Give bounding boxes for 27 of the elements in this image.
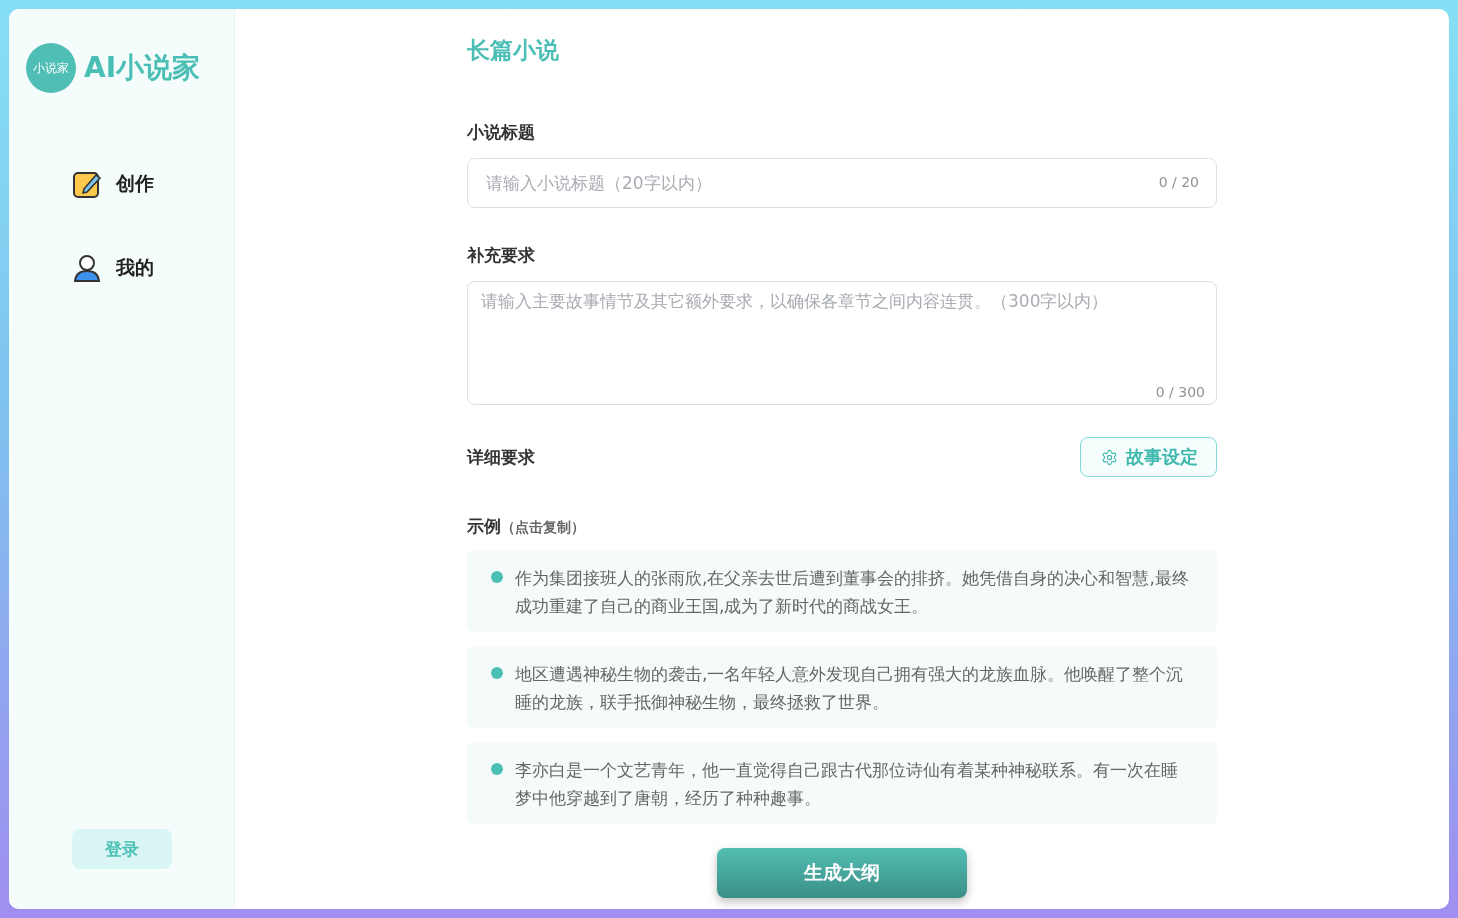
bullet-dot — [491, 667, 503, 679]
section-label: 示例 — [467, 516, 501, 536]
section-label: 详细要求 — [467, 445, 535, 469]
page-heading: 长篇小说 — [467, 36, 560, 65]
edit-icon — [72, 169, 102, 199]
nav-item[interactable]: 我的 — [72, 251, 234, 285]
example-card[interactable]: 李亦白是一个文艺青年，他一直觉得自己跟古代那位诗仙有着某种神秘联系。有一次在睡梦中他穿越到了唐朝，经历了种种趣事。 — [467, 742, 1217, 824]
copy-hint: （点击复制） — [501, 519, 585, 535]
example-card[interactable]: 作为集团接班人的张雨欣,在父亲去世后遭到董事会的排挤。她凭借自身的决心和智慧,最终成功重建了自己的商业王国,成为了新时代的商战女王。 — [467, 550, 1217, 632]
nav-item[interactable]: 创作 — [72, 167, 234, 201]
settings-icon — [1101, 448, 1118, 466]
nav-label: 我的 — [116, 255, 154, 280]
bullet-dot — [491, 571, 503, 583]
field-label: 补充要求 — [467, 244, 536, 267]
example-card[interactable]: 地区遭遇神秘生物的袭击,一名年轻人意外发现自己拥有强大的龙族血脉。他唤醒了整个沉睡的龙族，联手抵御神秘生物，最终拯救了世界。 — [467, 646, 1217, 728]
bullet-dot — [491, 763, 503, 775]
example-text: 李亦白是一个文艺青年，他一直觉得自己跟古代那位诗仙有着某种神秘联系。有一次在睡梦中他穿越到了唐朝，经历了种种趣事。 — [515, 759, 1179, 810]
char-counter: 0 / 20 — [1158, 174, 1199, 190]
logo-badge: 小说家 — [26, 43, 76, 93]
user-icon — [72, 253, 102, 283]
field-label: 小说标题 — [467, 121, 536, 144]
nav-label: 创作 — [116, 171, 154, 196]
example-text: 作为集团接班人的张雨欣,在父亲去世后遭到董事会的排挤。她凭借自身的决心和智慧,最终成功重建了自己的商业王国,成为了新时代的商战女王。 — [515, 567, 1189, 618]
generate-outline-button[interactable]: 生成大纲 — [717, 848, 967, 898]
char-counter: 0 / 300 — [1155, 384, 1205, 400]
example-text: 地区遭遇神秘生物的袭击,一名年轻人意外发现自己拥有强大的龙族血脉。他唤醒了整个沉睡的龙族，联手抵御神秘生物，最终拯救了世界。 — [515, 663, 1185, 714]
logo-text: AI小说家 — [84, 50, 201, 86]
